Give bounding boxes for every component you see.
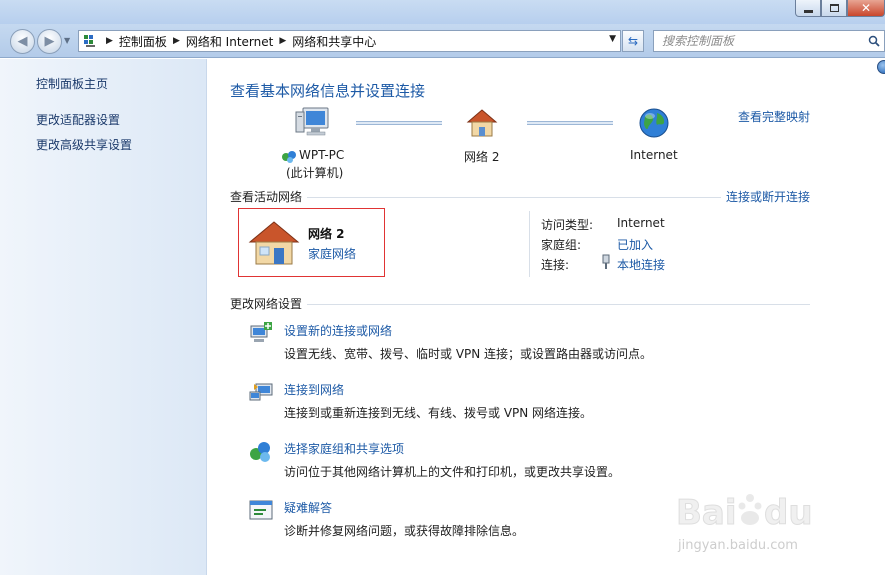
svg-text:Bai: Bai [676, 493, 737, 533]
connect-disconnect-link[interactable]: 连接或断开连接 [726, 188, 810, 205]
sidebar-item-change-advanced-sharing[interactable]: 更改高级共享设置 [36, 136, 132, 153]
chevron-right-icon[interactable]: ▶ [106, 36, 113, 46]
forward-arrow-icon: ▶ [44, 34, 55, 49]
window-title-bar: ✕ [0, 0, 885, 24]
active-network-name: 网络 2 [308, 227, 345, 241]
change-settings-heading: 更改网络设置 [230, 297, 303, 311]
troubleshoot-link[interactable]: 疑难解答 [284, 499, 332, 516]
vertical-divider [529, 211, 530, 277]
minimize-icon [803, 9, 813, 13]
svg-text:du: du [764, 493, 813, 533]
chevron-right-icon[interactable]: ▶ [279, 36, 286, 46]
active-networks-heading: 查看活动网络 [230, 190, 303, 204]
network-computer-small-icon [282, 151, 296, 163]
address-history-dropdown[interactable]: ▼ [609, 34, 616, 44]
breadcrumb-network-sharing-center[interactable]: 网络和共享中心 [292, 33, 376, 50]
help-icon[interactable] [877, 60, 885, 74]
section-divider [307, 304, 810, 305]
homegroup-sharing-desc: 访问位于其他网络计算机上的文件和打印机，或更改共享设置。 [284, 465, 621, 479]
computer-name-label: WPT-PC [299, 148, 345, 162]
map-internet-label: Internet [630, 148, 678, 162]
setup-new-connection-desc: 设置无线、宽带、拨号、临时或 VPN 连接；或设置路由器或访问点。 [284, 347, 653, 361]
network-type-link[interactable]: 家庭网络 [308, 245, 356, 262]
back-arrow-icon: ◀ [17, 34, 28, 49]
forward-button[interactable]: ▶ [37, 29, 62, 54]
watermark-url: jingyan.baidu.com [678, 538, 798, 553]
access-type-label: 访问类型: [541, 218, 594, 232]
setup-new-connection-link[interactable]: 设置新的连接或网络 [284, 322, 392, 339]
homegroup-sharing-link[interactable]: 选择家庭组和共享选项 [284, 440, 404, 457]
homegroup-icon [250, 442, 270, 462]
connect-network-icon [249, 383, 273, 401]
section-divider [307, 197, 721, 198]
connect-to-network-link[interactable]: 连接到网络 [284, 381, 344, 398]
sidebar-item-change-adapter-settings[interactable]: 更改适配器设置 [36, 111, 120, 128]
homegroup-joined-link[interactable]: 已加入 [617, 236, 653, 253]
breadcrumb-control-panel[interactable]: 控制面板 [119, 33, 167, 50]
maximize-icon [829, 4, 839, 12]
page-title: 查看基本网络信息并设置连接 [230, 82, 426, 100]
map-connection-line-2 [527, 121, 613, 125]
back-button[interactable]: ◀ [10, 29, 35, 54]
connect-to-network-desc: 连接到或重新连接到无线、有线、拨号或 VPN 网络连接。 [284, 406, 593, 420]
troubleshoot-icon [249, 500, 273, 520]
homegroup-label: 家庭组: [541, 238, 582, 252]
local-connection-link[interactable]: 本地连接 [617, 256, 665, 273]
map-connection-line-1 [356, 121, 442, 125]
map-network-label: 网络 2 [464, 150, 500, 164]
address-bar[interactable]: ▶ 控制面板 ▶ 网络和 Internet ▶ 网络和共享中心 ▼ [78, 30, 621, 52]
maximize-button[interactable] [821, 0, 847, 17]
refresh-button[interactable]: ⇆ [622, 30, 644, 52]
access-type-value: Internet [617, 216, 665, 230]
new-connection-icon [250, 322, 272, 342]
recent-pages-dropdown[interactable]: ▼ [64, 36, 70, 45]
refresh-icon: ⇆ [627, 34, 639, 48]
breadcrumb-network-internet[interactable]: 网络和 Internet [186, 33, 273, 50]
home-network-large-icon [248, 221, 300, 265]
view-full-map-link[interactable]: 查看完整映射 [738, 108, 810, 125]
control-panel-icon [82, 32, 100, 50]
chevron-right-icon[interactable]: ▶ [173, 36, 180, 46]
search-box[interactable] [653, 30, 885, 52]
search-input[interactable] [654, 34, 864, 48]
computer-icon [295, 107, 329, 136]
troubleshoot-desc: 诊断并修复网络问题，或获得故障排除信息。 [284, 524, 525, 538]
search-icon[interactable] [864, 35, 884, 47]
close-icon: ✕ [860, 1, 872, 15]
this-computer-label: (此计算机) [286, 166, 344, 180]
navigation-bar: ◀ ▶ ▼ ▶ 控制面板 ▶ 网络和 Internet ▶ 网络和共享中心 ▼ … [0, 24, 885, 58]
minimize-button[interactable] [795, 0, 821, 17]
close-button[interactable]: ✕ [847, 0, 885, 17]
internet-globe-icon [639, 108, 669, 138]
connection-label: 连接: [541, 258, 570, 272]
ethernet-plug-icon [602, 254, 610, 269]
sidebar-item-control-panel-home[interactable]: 控制面板主页 [36, 75, 108, 92]
home-network-icon [466, 109, 498, 137]
